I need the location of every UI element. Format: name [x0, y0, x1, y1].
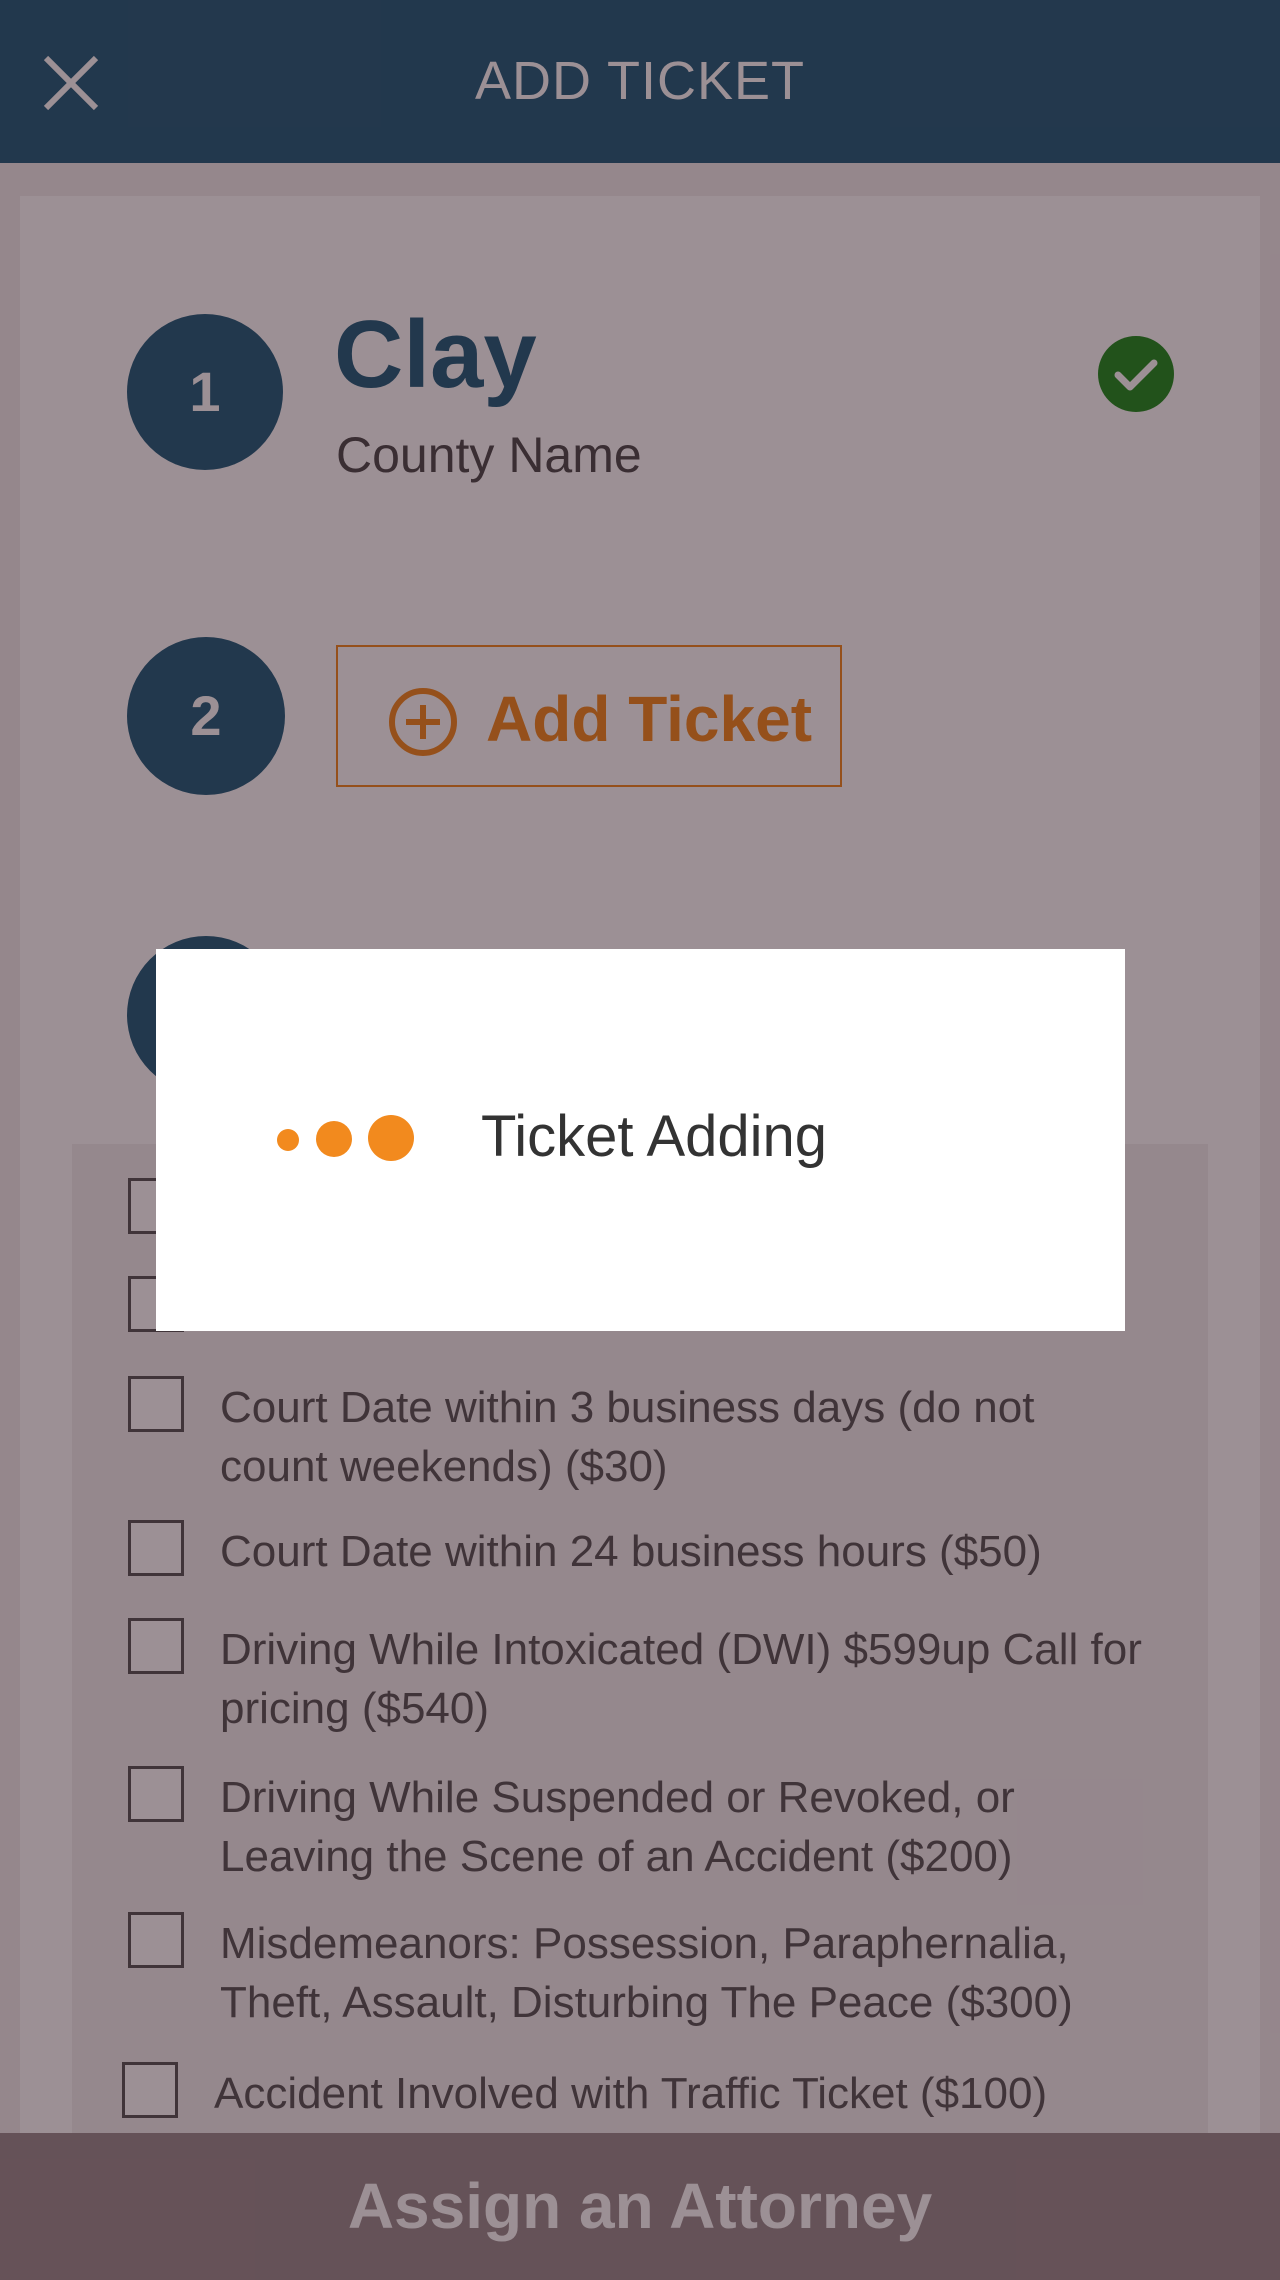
loading-dialog: Ticket Adding [156, 949, 1125, 1331]
loading-dot [316, 1121, 352, 1157]
loading-dot [277, 1129, 299, 1151]
loading-message: Ticket Adding [481, 1104, 828, 1169]
loading-dot [368, 1115, 414, 1161]
